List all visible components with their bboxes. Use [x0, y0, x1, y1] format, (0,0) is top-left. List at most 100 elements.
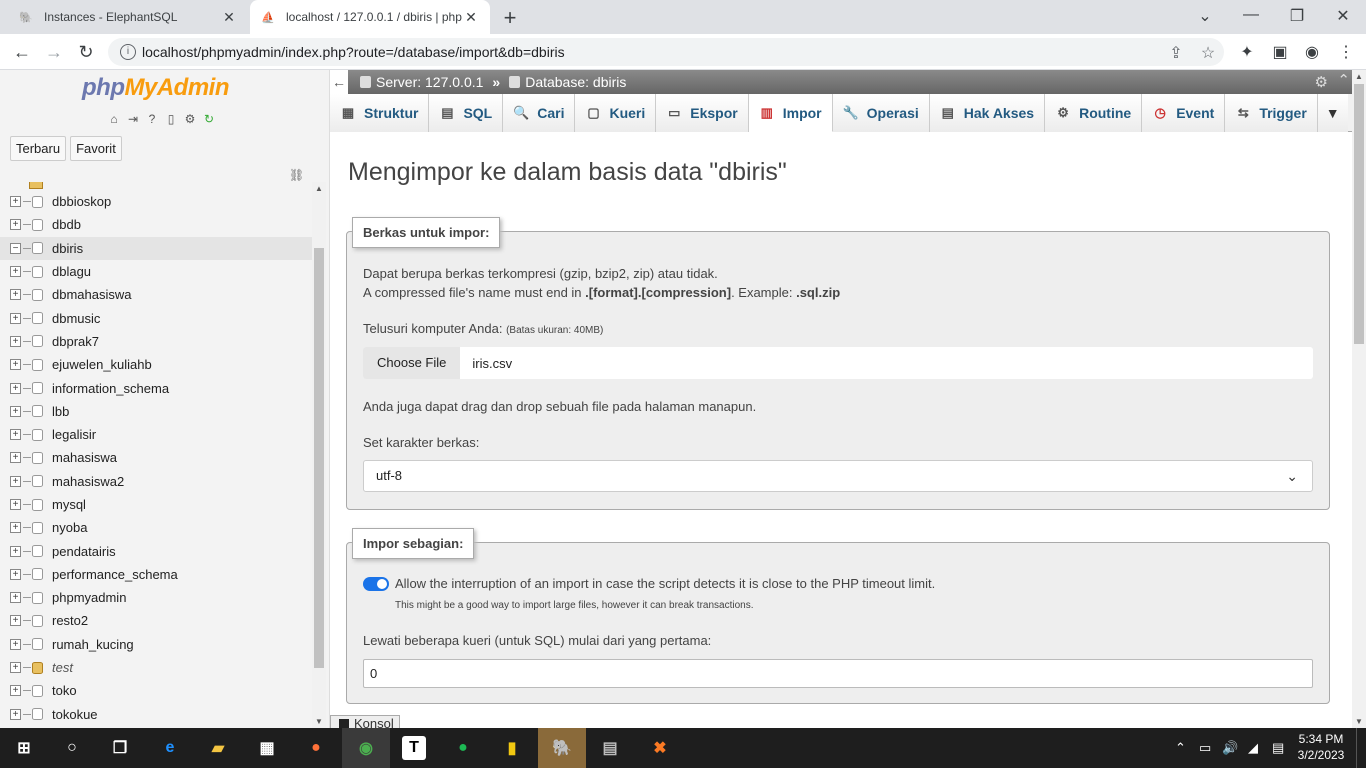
collapse-icon[interactable]: −: [10, 242, 21, 254]
xampp-icon[interactable]: ✖: [648, 736, 672, 760]
expand-icon[interactable]: +: [10, 196, 21, 208]
show-desktop-button[interactable]: [1356, 728, 1360, 768]
battery-icon[interactable]: ▭: [1199, 740, 1211, 756]
expand-icon[interactable]: +: [10, 289, 21, 301]
sidebar-database-item[interactable]: + dblagu: [0, 260, 312, 283]
profile-avatar-icon[interactable]: ◉: [1302, 42, 1322, 62]
collapse-navigation-icon[interactable]: ←: [330, 70, 348, 94]
address-bar[interactable]: i localhost/phpmyadmin/index.php?route=/…: [108, 38, 1224, 66]
link-with-main-panel-icon[interactable]: ⛓: [289, 168, 304, 182]
favorite-tab[interactable]: Favorit: [70, 136, 122, 161]
sidebar-database-item[interactable]: + rumah_kucing: [0, 633, 312, 656]
main-scrollbar[interactable]: ▲ ▼: [1352, 70, 1366, 728]
expand-icon[interactable]: +: [10, 359, 21, 371]
expand-icon[interactable]: +: [10, 662, 21, 674]
scrollbar-thumb[interactable]: [1354, 84, 1364, 344]
more-menu-icon[interactable]: ⋮: [1336, 42, 1356, 62]
database-name[interactable]: information_schema: [52, 381, 169, 396]
choose-file-button[interactable]: Choose File: [363, 347, 461, 379]
tab-struktur[interactable]: ▦ Struktur: [330, 94, 430, 132]
database-name[interactable]: nyoba: [52, 520, 87, 535]
database-name[interactable]: dbbioskop: [52, 194, 111, 209]
collapse-top-menu-icon[interactable]: ⌃: [1337, 71, 1350, 89]
scrollbar-thumb[interactable]: [314, 248, 324, 668]
recent-tab[interactable]: Terbaru: [10, 136, 67, 161]
sidebar-database-item[interactable]: + dbdb: [0, 213, 312, 236]
database-name[interactable]: test: [52, 660, 73, 675]
help-icon[interactable]: ?: [144, 111, 160, 127]
scroll-down-icon[interactable]: ▼: [314, 717, 324, 726]
drive-icon[interactable]: ▤: [598, 736, 622, 760]
database-name[interactable]: rumah_kucing: [52, 637, 134, 652]
reload-button[interactable]: ↻: [74, 40, 98, 64]
sidebar-database-item[interactable]: + legalisir: [0, 423, 312, 446]
database-name[interactable]: dbiris: [52, 241, 83, 256]
sidebar-database-item[interactable]: + ejuwelen_kuliahb: [0, 353, 312, 376]
expand-icon[interactable]: +: [10, 219, 21, 231]
logout-icon[interactable]: ⇥: [125, 111, 141, 127]
sidebar-database-item[interactable]: + dbbioskop: [0, 190, 312, 213]
sidebar-database-item[interactable]: + information_schema: [0, 376, 312, 399]
tab-hak-akses[interactable]: ▤ Hak Akses: [929, 94, 1046, 132]
sidebar-database-item[interactable]: + pendatairis: [0, 539, 312, 562]
expand-icon[interactable]: +: [10, 592, 21, 604]
expand-icon[interactable]: +: [10, 685, 21, 697]
database-name[interactable]: dblagu: [52, 264, 91, 279]
sidebar-database-item[interactable]: + tokokue: [0, 703, 312, 726]
settings-gear-icon[interactable]: ⚙: [182, 111, 198, 127]
docs-icon[interactable]: ▯: [163, 111, 179, 127]
back-button[interactable]: ←: [10, 40, 34, 64]
side-panel-icon[interactable]: ▣: [1270, 42, 1290, 62]
database-name[interactable]: resto2: [52, 613, 88, 628]
sidebar-database-item[interactable]: + lbb: [0, 400, 312, 423]
tab-ekspor[interactable]: ▭ Ekspor: [656, 94, 749, 132]
minimize-button[interactable]: —: [1236, 6, 1266, 24]
database-name[interactable]: dbdb: [52, 217, 81, 232]
sidebar-database-item[interactable]: + phpmyadmin: [0, 586, 312, 609]
expand-icon[interactable]: +: [10, 545, 21, 557]
tab-operasi[interactable]: 🔧 Operasi: [832, 94, 930, 132]
database-name[interactable]: dbprak7: [52, 334, 99, 349]
expand-icon[interactable]: +: [10, 615, 21, 627]
close-tab-icon[interactable]: ✕: [220, 9, 238, 26]
browser-tab-elephantsql[interactable]: 🐘 Instances - ElephantSQL ✕: [8, 0, 248, 34]
windows-start-icon[interactable]: ⊞: [12, 736, 36, 760]
spotify-icon[interactable]: ●: [451, 736, 475, 760]
sidebar-database-item[interactable]: + mahasiswa2: [0, 470, 312, 493]
task-view-icon[interactable]: ❐: [108, 736, 132, 760]
tab-kueri[interactable]: ▢ Kueri: [575, 94, 657, 132]
sidebar-database-item[interactable]: + toko: [0, 679, 312, 702]
phpmyadmin-logo[interactable]: phpMyAdmin: [82, 74, 229, 102]
chrome-icon[interactable]: ◉: [354, 736, 378, 760]
sidebar-database-item[interactable]: + nyoba: [0, 516, 312, 539]
browser-tab-phpmyadmin[interactable]: ⛵ localhost / 127.0.0.1 / dbiris | php ✕: [250, 0, 490, 34]
database-name[interactable]: tokokue: [52, 707, 98, 722]
file-input[interactable]: Choose File iris.csv: [363, 347, 1313, 379]
database-name[interactable]: dbmusic: [52, 311, 100, 326]
volume-icon[interactable]: 🔊: [1222, 740, 1238, 756]
database-name[interactable]: mahasiswa: [52, 450, 117, 465]
wifi-icon[interactable]: ◢: [1248, 740, 1258, 756]
sidebar-database-item[interactable]: + test: [0, 656, 312, 679]
database-name[interactable]: pendatairis: [52, 544, 116, 559]
database-name[interactable]: ejuwelen_kuliahb: [52, 357, 152, 372]
expand-icon[interactable]: +: [10, 452, 21, 464]
breadcrumb-database[interactable]: Database: dbiris: [509, 74, 626, 90]
expand-icon[interactable]: +: [10, 499, 21, 510]
search-icon[interactable]: ○: [60, 736, 84, 760]
expand-icon[interactable]: +: [10, 405, 21, 417]
scroll-down-icon[interactable]: ▼: [1354, 717, 1364, 726]
database-name[interactable]: lbb: [52, 404, 69, 419]
tray-chevron-icon[interactable]: ⌃: [1175, 740, 1186, 756]
keyboard-icon[interactable]: ▤: [1272, 740, 1284, 756]
power-bi-icon[interactable]: ▮: [500, 736, 524, 760]
expand-icon[interactable]: +: [10, 638, 21, 650]
sidebar-database-item[interactable]: + mysql: [0, 493, 312, 516]
expand-icon[interactable]: +: [10, 568, 21, 580]
expand-icon[interactable]: +: [10, 266, 21, 278]
database-name[interactable]: mysql: [52, 497, 86, 512]
expand-icon[interactable]: +: [10, 708, 21, 720]
database-name[interactable]: mahasiswa2: [52, 474, 124, 489]
expand-icon[interactable]: +: [10, 475, 21, 487]
breadcrumb-server[interactable]: Server: 127.0.0.1: [360, 74, 483, 90]
